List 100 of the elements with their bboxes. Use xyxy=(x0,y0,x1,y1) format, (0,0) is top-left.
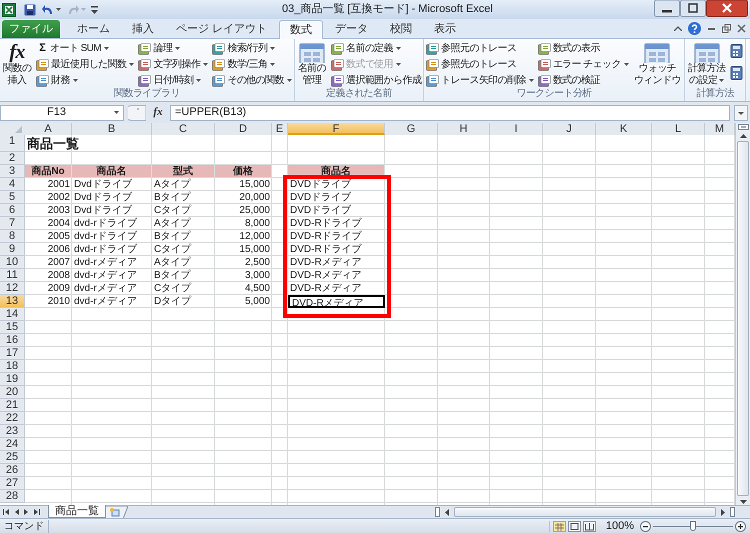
split-handle[interactable] xyxy=(730,507,735,517)
row-header[interactable]: 23 xyxy=(0,425,25,438)
row-header[interactable]: 27 xyxy=(0,477,25,490)
row-header[interactable]: 5 xyxy=(0,191,25,204)
row-header[interactable]: 25 xyxy=(0,451,25,464)
column-header[interactable]: G xyxy=(385,123,438,135)
first-sheet-icon[interactable] xyxy=(3,509,9,515)
caret-icon[interactable] xyxy=(56,8,61,11)
ribbon-tab[interactable]: 校閲 xyxy=(380,20,422,38)
insert-function-button[interactable]: fx xyxy=(150,104,166,121)
large-ribbon-button[interactable]: 計算方法 の設定 xyxy=(686,41,726,87)
restore-button[interactable] xyxy=(680,0,706,17)
row-header[interactable]: 24 xyxy=(0,438,25,451)
row-header[interactable]: 13 xyxy=(0,295,25,308)
ribbon-button[interactable]: 財務 xyxy=(36,73,134,88)
close-icon[interactable] xyxy=(737,24,746,33)
column-header[interactable]: J xyxy=(543,123,596,135)
row-header[interactable]: 6 xyxy=(0,204,25,217)
previous-sheet-icon[interactable] xyxy=(14,509,19,515)
row-header[interactable]: 22 xyxy=(0,412,25,425)
zoom-out-button[interactable] xyxy=(640,520,651,532)
column-header[interactable]: L xyxy=(652,123,705,135)
ribbon-tab[interactable]: ホーム xyxy=(67,20,120,38)
row-header[interactable]: 11 xyxy=(0,269,25,282)
row-header[interactable]: 3 xyxy=(0,165,25,178)
ribbon-button[interactable]: 文字列操作 xyxy=(138,57,208,72)
collapse-ribbon-icon[interactable] xyxy=(674,26,682,31)
column-header[interactable]: C xyxy=(152,123,215,135)
ribbon-tab[interactable]: 挿入 xyxy=(122,20,164,38)
zoom-level[interactable]: 100% xyxy=(606,518,634,533)
ribbon-tab[interactable]: データ xyxy=(325,20,378,38)
row-header[interactable]: 28 xyxy=(0,490,25,503)
expand-formula-bar-button[interactable] xyxy=(734,104,748,120)
split-handle[interactable] xyxy=(738,124,748,130)
page-layout-view-button[interactable] xyxy=(568,520,581,532)
row-header[interactable]: 1 xyxy=(0,135,25,152)
ribbon-button[interactable]: その他の関数 xyxy=(212,73,292,88)
large-ribbon-button[interactable]: fx 関数の 挿入 xyxy=(2,41,32,87)
row-header[interactable]: 7 xyxy=(0,217,25,230)
zoom-in-button[interactable] xyxy=(735,520,746,532)
scroll-up-icon[interactable] xyxy=(740,134,746,138)
column-header[interactable]: B xyxy=(72,123,152,135)
help-icon[interactable] xyxy=(688,22,701,35)
ribbon-button[interactable]: 選択範囲から作成 xyxy=(331,73,422,88)
formula-handle-icon[interactable] xyxy=(128,104,146,120)
excel-app-icon[interactable] xyxy=(2,2,16,16)
zoom-slider[interactable] xyxy=(653,520,733,532)
scrollbar-thumb[interactable] xyxy=(737,141,749,496)
ribbon-button[interactable]: 数式の検証 xyxy=(538,73,629,88)
row-header[interactable]: 17 xyxy=(0,347,25,360)
name-box[interactable]: F13 xyxy=(0,104,124,120)
save-icon[interactable] xyxy=(24,4,36,16)
row-header[interactable]: 18 xyxy=(0,360,25,373)
ribbon-button[interactable]: トレース矢印の削除 xyxy=(426,73,534,88)
ribbon-tab[interactable]: ページ レイアウト xyxy=(166,20,278,38)
large-ribbon-button[interactable]: ウォッチ ウィンドウ xyxy=(632,41,682,87)
row-header[interactable]: 21 xyxy=(0,399,25,412)
scroll-left-icon[interactable] xyxy=(445,508,449,516)
ribbon-button[interactable]: 論理 xyxy=(138,41,208,56)
column-header[interactable]: K xyxy=(596,123,652,135)
caret-icon[interactable] xyxy=(114,111,119,114)
column-header[interactable]: D xyxy=(215,123,272,135)
ribbon-button[interactable]: 最近使用した関数 xyxy=(36,57,134,72)
ribbon-button[interactable]: エラー チェック xyxy=(538,57,629,72)
row-header[interactable]: 20 xyxy=(0,386,25,399)
calculator-icon[interactable] xyxy=(730,66,744,80)
column-header[interactable]: E xyxy=(272,123,288,135)
large-ribbon-button[interactable]: 名前の 管理 xyxy=(296,41,328,87)
ribbon-tab[interactable]: 数式 xyxy=(279,20,324,39)
row-header[interactable]: 15 xyxy=(0,321,25,334)
ribbon-button[interactable]: 数式の表示 xyxy=(538,41,629,56)
restore-icon[interactable] xyxy=(722,24,731,33)
split-handle[interactable] xyxy=(435,507,440,517)
column-header[interactable]: I xyxy=(490,123,543,135)
row-header[interactable]: 4 xyxy=(0,178,25,191)
formula-field[interactable]: =UPPER(B13) xyxy=(170,104,730,120)
row-header[interactable]: 10 xyxy=(0,256,25,269)
ribbon-button[interactable]: 参照元のトレース xyxy=(426,41,534,56)
row-header[interactable]: 14 xyxy=(0,308,25,321)
row-header[interactable]: 16 xyxy=(0,334,25,347)
column-header[interactable]: F xyxy=(288,123,385,135)
ribbon-button[interactable]: 参照先のトレース xyxy=(426,57,534,72)
row-header[interactable]: 9 xyxy=(0,243,25,256)
minimize-button[interactable] xyxy=(654,0,680,17)
ribbon-tab[interactable]: ファイル xyxy=(2,20,60,38)
ribbon-button[interactable]: 数学/三角 xyxy=(212,57,292,72)
undo-icon[interactable] xyxy=(42,4,54,14)
customize-toolbar-icon[interactable] xyxy=(91,6,98,14)
ribbon-button[interactable]: 日付/時刻 xyxy=(138,73,208,88)
sheet-tab[interactable]: 商品一覧 xyxy=(48,505,106,518)
row-header[interactable]: 26 xyxy=(0,464,25,477)
ribbon-button[interactable]: Σ オート SUM xyxy=(36,41,134,56)
calculator-icon[interactable] xyxy=(730,44,744,58)
row-header[interactable]: 2 xyxy=(0,152,25,165)
next-sheet-icon[interactable] xyxy=(24,509,29,515)
row-header[interactable]: 12 xyxy=(0,282,25,295)
slider-thumb[interactable] xyxy=(690,520,696,530)
page-break-view-button[interactable] xyxy=(582,520,596,532)
ribbon-button[interactable]: 検索/行列 xyxy=(212,41,292,56)
column-header[interactable]: M xyxy=(705,123,735,135)
